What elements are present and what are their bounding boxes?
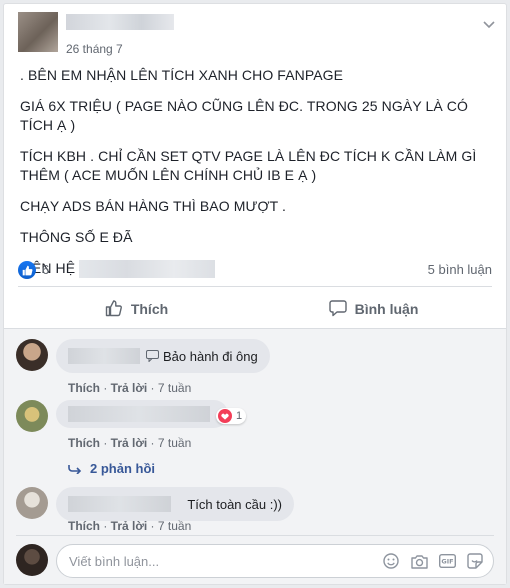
like-count[interactable]: 6 [42,262,49,277]
post-line: . BÊN EM NHẬN LÊN TÍCH XANH CHO FANPAGE [20,67,344,83]
post-text: . BÊN EM NHẬN LÊN TÍCH XANH CHO FANPAGE … [20,66,492,290]
comment-time[interactable]: 7 tuần [158,381,191,395]
commenter-avatar[interactable] [16,487,48,519]
like-button-label: Thích [130,301,169,317]
comment-button-label: Bình luận [354,301,419,317]
comment-like-link[interactable]: Thích [68,519,100,533]
camera-icon[interactable] [410,552,428,570]
comment-bubble: Bảo hành đi ông [56,339,270,373]
current-user-avatar[interactable] [16,544,48,576]
reply-arrow-icon [68,464,82,474]
commenter-name-redacted[interactable] [68,406,210,422]
post-line: GIÁ 6X TRIỆU ( PAGE NÀO CŨNG LÊN ĐC. TRO… [20,98,469,133]
commenter-name-redacted[interactable] [68,496,172,512]
divider [16,535,494,536]
comment-bubble: Tích toàn cầu :)) [56,487,294,521]
comment-like-link[interactable]: Thích [68,381,100,395]
comment-button[interactable]: Bình luận [255,292,492,326]
chevron-down-icon[interactable] [482,18,496,32]
comment-composer: Viết bình luận... GIF [16,544,494,580]
post-card: 26 tháng 7 . BÊN EM NHẬN LÊN TÍCH XANH C… [3,3,507,585]
post-stats: 6 5 bình luận [18,260,492,280]
like-button[interactable]: Thích [18,292,255,326]
gif-icon[interactable]: GIF [438,552,456,570]
emoji-icon[interactable] [382,552,400,570]
post-header: 26 tháng 7 [12,12,498,60]
comment-reply-link[interactable]: Trả lời [111,436,148,450]
comment-meta: Thích · Trả lời · 7 tuần [68,519,192,533]
sticker-icon[interactable] [466,552,484,570]
commenter-avatar[interactable] [16,400,48,432]
heart-icon [218,409,232,423]
post-line: TÍCH KBH . CHỈ CẦN SET QTV PAGE LÀ LÊN Đ… [20,148,477,183]
post-line: THÔNG SỐ E ĐÃ [20,229,133,245]
composer-tools: GIF [382,552,484,570]
author-name-redacted[interactable] [66,14,174,30]
comment-bubble [56,400,228,428]
svg-text:GIF: GIF [441,558,453,566]
comment-like-link[interactable]: Thích [68,436,100,450]
commenter-avatar[interactable] [16,339,48,371]
comment-meta: Thích · Trả lời · 7 tuần [68,436,192,450]
author-avatar[interactable] [18,12,58,52]
divider [18,286,492,287]
thumbs-up-icon [105,299,123,320]
replies-label: 2 phản hồi [90,461,155,476]
comment-reply-link[interactable]: Trả lời [111,519,148,533]
commenter-name-redacted[interactable] [68,348,140,364]
translate-icon[interactable] [146,350,159,362]
comment-bubble-icon [328,299,347,320]
comment-item: Bảo hành đi ông Thích · Trả lời · 7 tuần [16,339,494,399]
comment-input-placeholder: Viết bình luận... [69,553,160,569]
reaction-count: 1 [236,410,243,422]
post-date[interactable]: 26 tháng 7 [66,42,123,56]
comment-count[interactable]: 5 bình luận [428,262,492,277]
comment-reply-link[interactable]: Trả lời [111,381,148,395]
view-replies-link[interactable]: 2 phản hồi [68,461,155,476]
like-reaction-icon[interactable] [18,261,36,279]
post-line: CHẠY ADS BÁN HÀNG THÌ BAO MƯỢT . [20,198,286,214]
comment-item: 1 Thích · Trả lời · 7 tuần [16,400,494,460]
comment-time[interactable]: 7 tuần [158,436,191,450]
post-actions: Thích Bình luận [18,292,492,326]
comment-time[interactable]: 7 tuần [158,519,191,533]
love-reaction-chip[interactable]: 1 [216,408,247,424]
comment-item: Tích toàn cầu :)) Thích · Trả lời · 7 tu… [16,487,494,547]
comment-text: Bảo hành đi ông [163,348,258,364]
comment-text: Tích toàn cầu :)) [187,496,282,512]
comment-meta: Thích · Trả lời · 7 tuần [68,381,192,395]
